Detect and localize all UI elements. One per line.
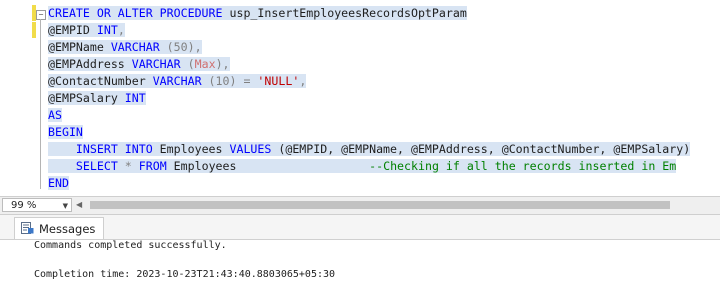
code-token: VARCHAR: [152, 74, 202, 88]
code-token: SELECT: [75, 159, 118, 173]
code-token: VARCHAR: [131, 57, 181, 71]
code-line-2: @EMPID INT,: [48, 22, 125, 39]
code-token: *: [117, 159, 139, 173]
zoom-value: 99 %: [11, 200, 37, 211]
code-token: (@EMPID, @EMPName, @EMPAddress, @Contact…: [271, 142, 691, 156]
code-line-3: @EMPName VARCHAR (50),: [48, 39, 202, 56]
query-editor[interactable]: − CREATE OR ALTER PROCEDURE usp_InsertEm…: [0, 0, 720, 196]
code-token: VALUES: [229, 142, 272, 156]
dropdown-arrow-icon[interactable]: ▼: [63, 199, 68, 213]
code-outline-line: [40, 19, 41, 189]
code-token: FROM: [138, 159, 167, 173]
code-token: (50),: [159, 40, 202, 54]
code-line-6: @EMPSalary INT: [48, 90, 146, 107]
code-line-9: INSERT INTO Employees VALUES (@EMPID, @E…: [48, 141, 691, 158]
code-token: CREATE OR ALTER PROCEDURE: [48, 6, 223, 20]
code-token: @EMPID: [48, 23, 97, 37]
code-token: VARCHAR: [110, 40, 160, 54]
code-line-5: @ContactNumber VARCHAR (10) = 'NULL',: [48, 73, 307, 90]
code-token: INT: [96, 23, 118, 37]
scroll-left-icon[interactable]: ◀: [76, 198, 82, 212]
scrollbar-thumb[interactable]: [90, 201, 670, 209]
code-token: ,: [117, 23, 125, 37]
code-token: Employees: [152, 142, 230, 156]
zoom-dropdown[interactable]: 99 % ▼: [2, 198, 72, 212]
code-line-8: BEGIN: [48, 124, 83, 141]
messages-icon: [21, 219, 34, 238]
code-token: @EMPAddress: [48, 57, 132, 71]
code-token: @EMPName: [48, 40, 111, 54]
code-token: Employees: [166, 159, 237, 173]
tab-messages[interactable]: Messages: [14, 217, 105, 239]
collapse-toggle-icon[interactable]: −: [36, 10, 46, 20]
code-token: (: [180, 57, 195, 71]
code-line-7: AS: [48, 107, 62, 124]
code-token: INT: [124, 91, 146, 105]
code-token: (10) =: [201, 74, 258, 88]
code-token: AS: [48, 108, 62, 122]
code-token: @EMPSalary: [48, 91, 125, 105]
code-line-10: SELECT * FROM Employees --Checking if al…: [48, 158, 677, 175]
code-token: usp_InsertEmployeesRecordsOptParam: [222, 6, 467, 20]
code-line-11: END: [48, 175, 69, 192]
code-token: @ContactNumber: [48, 74, 153, 88]
code-token: ,: [299, 74, 307, 88]
code-line-4: @EMPAddress VARCHAR (Max),: [48, 56, 230, 73]
tab-messages-label: Messages: [39, 221, 96, 236]
message-line: Commands completed successfully.: [34, 240, 227, 251]
code-token: ),: [215, 57, 230, 71]
horizontal-scrollbar[interactable]: ◀: [76, 198, 720, 212]
results-tab-bar: Messages: [0, 215, 720, 240]
change-marker: [32, 22, 36, 38]
code-token: END: [48, 176, 69, 190]
completion-time-message: Completion time: 2023-10-23T21:43:40.880…: [34, 269, 336, 280]
code-comment: --Checking if all the records inserted i…: [369, 159, 677, 173]
code-line-1: CREATE OR ALTER PROCEDURE usp_InsertEmpl…: [48, 5, 467, 22]
code-token: 'NULL': [257, 74, 300, 88]
code-token: BEGIN: [48, 125, 83, 139]
messages-pane: Commands completed successfully. Complet…: [0, 240, 720, 293]
editor-status-bar: 99 % ▼ ◀: [0, 196, 720, 215]
code-token: INSERT INTO: [75, 142, 153, 156]
code-token: Max: [194, 57, 216, 71]
